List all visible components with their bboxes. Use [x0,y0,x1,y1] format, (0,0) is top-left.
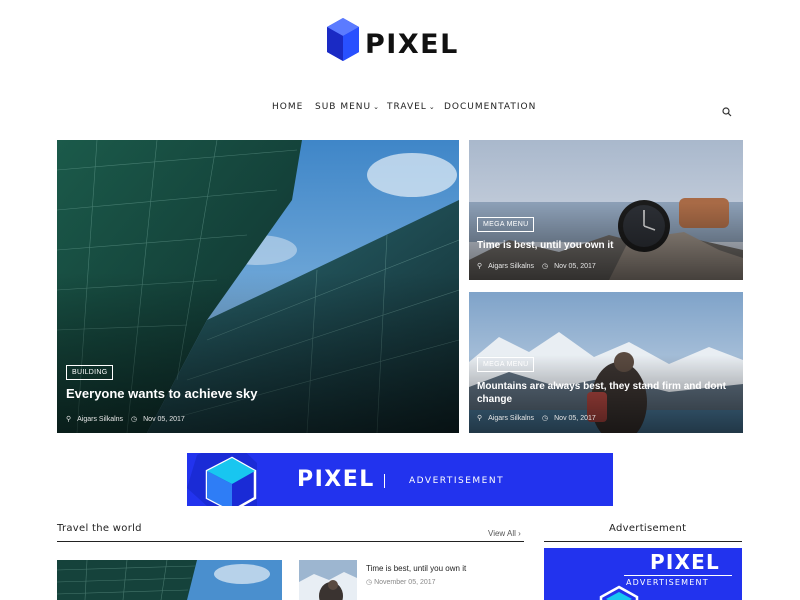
post-title[interactable]: Time is best, until you own it [366,564,466,573]
ad-brand: PIXEL [297,467,375,492]
user-icon: ⚲ [66,416,72,423]
search-icon [722,107,732,117]
feature-card-bottom-right[interactable]: MEGA MENU Mountains are always best, the… [469,292,743,433]
feature-card-top-right[interactable]: MEGA MENU Time is best, until you own it… [469,140,743,280]
thumbnail-image-skyscraper [57,560,282,600]
user-icon: ⚲ [477,415,483,422]
category-badge[interactable]: MEGA MENU [477,357,535,372]
category-badge[interactable]: BUILDING [66,365,114,380]
author-name[interactable]: Aigars Silkalns [488,263,534,270]
ad-rule [624,575,732,576]
post-date: Nov 05, 2017 [554,415,596,422]
category-badge[interactable]: MEGA MENU [477,217,535,232]
sidebar-advertisement[interactable]: PIXEL ADVERTISEMENT [544,548,742,600]
chevron-down-icon: ⌄ [428,103,436,111]
clock-icon: ◷ [366,579,373,586]
chevron-down-icon: ⌄ [373,103,380,111]
advertisement-banner[interactable]: PIXEL ADVERTISEMENT [187,453,613,506]
post-thumbnail-small[interactable] [299,560,357,600]
post-meta: ◷ November 05, 2017 [366,578,436,586]
feature-meta: ⚲ Aigars Silkalns ◷ Nov 05, 2017 [477,414,602,422]
image-overlay [57,271,459,433]
post-date: Nov 05, 2017 [554,263,596,270]
feature-card-main[interactable]: BUILDING Everyone wants to achieve sky ⚲… [57,140,459,433]
author-name[interactable]: Aigars Silkalns [488,415,534,422]
sidebar-title: Advertisement [609,523,687,534]
nav-item-label: DOCUMENTATION [444,102,537,112]
site-logo[interactable]: PIXEL [327,18,459,70]
nav-item-home[interactable]: HOME [272,102,303,112]
nav-item-label: TRAVEL [387,102,427,112]
nav-item-label: SUB MENU [315,102,372,112]
clock-icon: ◷ [131,416,138,423]
post-date: November 05, 2017 [374,579,436,586]
nav-item-label: HOME [272,102,304,112]
clock-icon: ◷ [542,415,549,422]
search-button[interactable] [722,104,732,122]
ad-brand: PIXEL [650,550,720,574]
hexagon-logo-icon [327,18,359,61]
post-date: Nov 05, 2017 [143,416,185,423]
feature-title[interactable]: Mountains are always best, they stand fi… [477,380,727,406]
view-all-link[interactable]: View All › [488,529,521,538]
section-divider [57,541,524,542]
ad-divider [384,474,385,488]
feature-meta: ⚲ Aigars Silkalns ◷ Nov 05, 2017 [477,262,602,270]
logo-text: PIXEL [365,28,459,60]
nav-item-documentation[interactable]: DOCUMENTATION [444,102,536,112]
sidebar-divider [544,541,742,542]
ad-hexagon-graphic [599,585,639,600]
clock-icon: ◷ [542,263,549,270]
ad-hexagon-graphic [187,453,257,506]
nav-item-travel[interactable]: TRAVEL ⌄ [387,102,436,112]
feature-title[interactable]: Everyone wants to achieve sky [66,386,257,401]
user-icon: ⚲ [477,263,483,270]
main-navigation: HOME SUB MENU ⌄ TRAVEL ⌄ DOCUMENTATION [0,102,800,118]
feature-title[interactable]: Time is best, until you own it [477,240,697,251]
thumbnail-image-mountains [299,560,357,600]
ad-label: ADVERTISEMENT [409,476,505,486]
nav-item-sub-menu[interactable]: SUB MENU ⌄ [315,102,380,112]
feature-meta: ⚲ Aigars Silkalns ◷ Nov 05, 2017 [66,415,191,423]
author-name[interactable]: Aigars Silkalns [77,416,123,423]
section-title: Travel the world [57,523,142,534]
post-thumbnail-large[interactable] [57,560,282,600]
